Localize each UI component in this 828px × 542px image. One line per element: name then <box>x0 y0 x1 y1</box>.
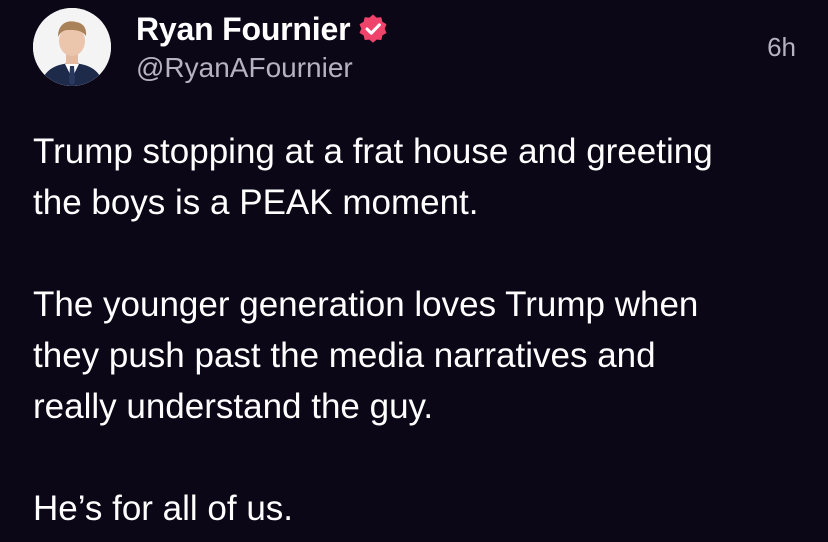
verified-badge-icon <box>357 13 389 45</box>
post-paragraph: He’s for all of us. <box>33 489 294 528</box>
profile-photo-icon <box>33 8 111 86</box>
post-paragraph: Trump stopping at a frat house and greet… <box>33 132 713 222</box>
avatar[interactable] <box>33 8 111 86</box>
author-display-name[interactable]: Ryan Fournier <box>136 11 351 48</box>
post-paragraph: The younger generation loves Trump when … <box>33 285 699 426</box>
post-card: Ryan Fournier @RyanAFournier 6h Trump st… <box>0 0 828 542</box>
author-handle[interactable]: @RyanAFournier <box>136 52 353 84</box>
post-timestamp[interactable]: 6h <box>767 32 796 63</box>
post-body: Trump stopping at a frat house and greet… <box>33 126 813 534</box>
author-name-row: Ryan Fournier <box>136 9 389 49</box>
